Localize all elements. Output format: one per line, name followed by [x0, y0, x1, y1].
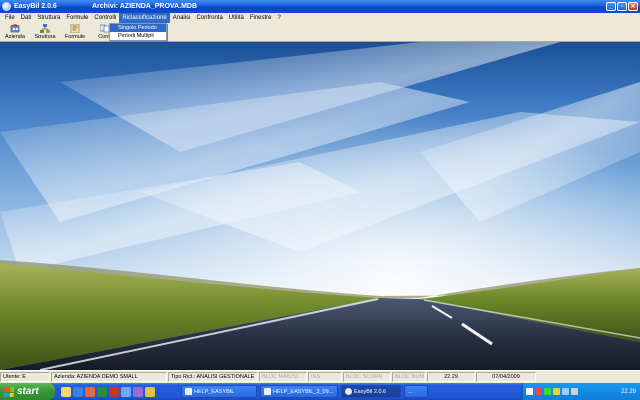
task-label: HELP_EASYBIL_3_09... [273, 388, 334, 395]
network-icon[interactable] [544, 388, 551, 395]
menu-finestre[interactable]: Finestre [247, 13, 275, 23]
status-insert: INS [308, 372, 342, 382]
building-icon [10, 24, 20, 33]
security-icon[interactable] [535, 388, 542, 395]
document-icon [185, 388, 192, 395]
struttura-button[interactable]: Struttura [30, 23, 60, 42]
menu-formule[interactable]: Formule [63, 13, 91, 23]
status-time: 22.29 [427, 372, 475, 382]
menu-option-singolo-periodo[interactable]: Singolo Periodo [110, 24, 166, 32]
status-reclass-type: Tipo Ricl.: ANALISI GESTIONALE [168, 372, 258, 382]
volume-icon[interactable] [562, 388, 569, 395]
update-icon[interactable] [553, 388, 560, 395]
tray-app-icon[interactable] [571, 388, 578, 395]
menu-dati[interactable]: Dati [18, 13, 35, 23]
menu-analisi[interactable]: Analisi [170, 13, 194, 23]
formule-button[interactable]: Formule [60, 23, 90, 42]
task-easybil[interactable]: EasyBil 2.0.6 [341, 385, 401, 398]
menu-help[interactable]: ? [275, 13, 284, 23]
workspace-background [0, 42, 640, 370]
excel-icon[interactable] [97, 386, 107, 397]
minimize-button[interactable]: _ [606, 2, 616, 11]
system-tray: 22.29 [522, 383, 640, 400]
document-icon [264, 388, 271, 395]
road-landscape-image [0, 42, 640, 370]
menu-bar: File Dati Struttura Formule Controlli Ri… [0, 13, 640, 23]
acrobat-icon[interactable] [109, 386, 119, 397]
folder-icon[interactable] [61, 386, 71, 397]
task-more[interactable]: ... [404, 385, 428, 398]
toolbar: Azienda Struttura Formule Confr [0, 23, 640, 42]
structure-icon [40, 24, 50, 33]
task-help-easybil-3[interactable]: HELP_EASYBIL_3_09... [260, 385, 338, 398]
clock: 22.29 [620, 388, 636, 395]
desktop-icon[interactable] [121, 386, 131, 397]
status-company: Azienda: AZIENDA DEMO SMALL [51, 372, 167, 382]
title-bar: EasyBil 2.0.6 Archivi: AZIENDA_PROVA.MDB… [0, 0, 640, 13]
browser-icon[interactable] [73, 386, 83, 397]
app-icon[interactable] [85, 386, 95, 397]
task-label: EasyBil 2.0.6 [354, 388, 387, 395]
start-label: start [17, 386, 39, 397]
explorer-icon[interactable] [145, 386, 155, 397]
close-button[interactable]: ✕ [628, 2, 638, 11]
task-label: ... [408, 388, 413, 395]
app-logo-icon [2, 2, 11, 11]
status-caps-lock: BLOC MAIUSC [259, 372, 307, 382]
taskbar: start HELP_EASYBIL HELP_EASYBIL_3_09... … [0, 383, 640, 400]
language-icon[interactable] [526, 388, 533, 395]
azienda-label: Azienda [5, 34, 25, 40]
riclassificazione-dropdown: Singolo Periodo Periodi Multipli [109, 23, 167, 41]
status-date: 07/04/2009 [476, 372, 536, 382]
azienda-button[interactable]: Azienda [0, 23, 30, 42]
menu-riclassificazione[interactable]: Riclassificazione [119, 13, 170, 23]
maximize-button[interactable]: ▫ [617, 2, 627, 11]
menu-controlli[interactable]: Controlli [91, 13, 119, 23]
menu-option-periodi-multipli[interactable]: Periodi Multipli [110, 32, 166, 40]
formula-icon [70, 24, 80, 33]
archive-title: Archivi: AZIENDA_PROVA.MDB [92, 3, 198, 10]
menu-utilita[interactable]: Utilità [226, 13, 247, 23]
menu-confronta[interactable]: Confronta [193, 13, 225, 23]
menu-struttura[interactable]: Struttura [34, 13, 63, 23]
menu-file[interactable]: File [2, 13, 18, 23]
quick-launch [61, 386, 181, 397]
windows-logo-icon [3, 386, 15, 397]
status-user: Utente: E [0, 372, 50, 382]
app-logo-icon [345, 388, 352, 395]
start-button[interactable]: start [0, 383, 55, 400]
task-help-easybil[interactable]: HELP_EASYBIL [181, 385, 257, 398]
task-label: HELP_EASYBIL [194, 388, 235, 395]
struttura-label: Struttura [34, 34, 56, 40]
status-num-lock: BLOC NUM [392, 372, 426, 382]
formule-label: Formule [64, 34, 86, 40]
tool-icon[interactable] [133, 386, 143, 397]
status-bar: Utente: E Azienda: AZIENDA DEMO SMALL Ti… [0, 370, 640, 383]
app-title: EasyBil 2.0.6 [14, 3, 57, 10]
status-scroll-lock: BLOC SCORR [343, 372, 391, 382]
